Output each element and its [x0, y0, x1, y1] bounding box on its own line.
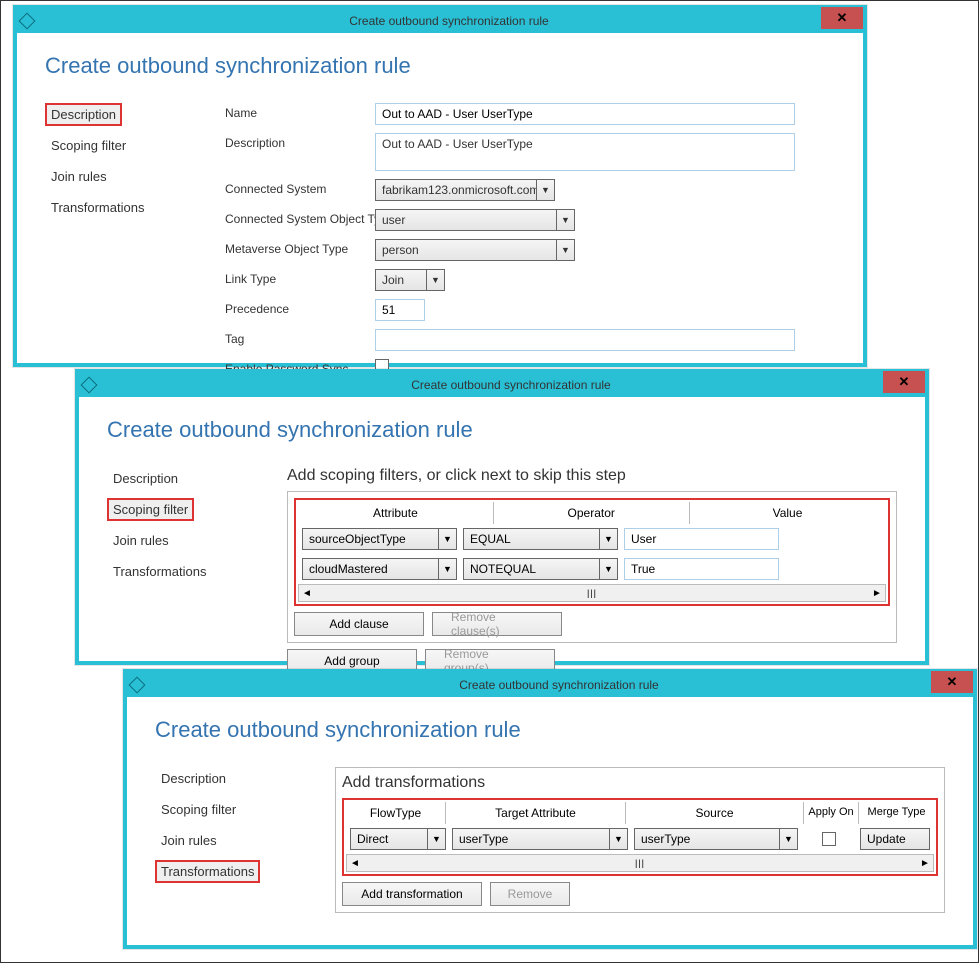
col-source: Source — [626, 802, 804, 824]
chevron-down-icon: ▼ — [599, 529, 617, 549]
scroll-grip-icon: ||| — [587, 588, 597, 598]
chevron-down-icon: ▼ — [438, 529, 456, 549]
chevron-down-icon: ▼ — [536, 180, 554, 200]
col-attribute: Attribute — [298, 502, 494, 524]
chevron-down-icon: ▼ — [556, 210, 574, 230]
scope-row1-value-input[interactable] — [624, 558, 779, 580]
add-clause-button[interactable]: Add clause — [294, 612, 424, 636]
close-button[interactable]: ✕ — [931, 671, 973, 693]
sidebar-item-scoping-filter[interactable]: Scoping filter — [45, 134, 132, 157]
tag-input[interactable] — [375, 329, 795, 351]
close-button[interactable]: ✕ — [883, 371, 925, 393]
sidebar-item-join-rules[interactable]: Join rules — [45, 165, 113, 188]
scope-row1-op-combo[interactable]: NOTEQUAL▼ — [463, 558, 618, 580]
page-title: Create outbound synchronization rule — [107, 417, 897, 443]
window-decal-icon — [129, 677, 146, 694]
sidebar-item-description[interactable]: Description — [155, 767, 232, 790]
scoping-heading: Add scoping filters, or click next to sk… — [287, 467, 897, 485]
chevron-down-icon: ▼ — [438, 559, 456, 579]
scope-row0-value-input[interactable] — [624, 528, 779, 550]
chevron-down-icon: ▼ — [426, 270, 444, 290]
col-operator: Operator — [494, 502, 690, 524]
sidebar-item-scoping-filter[interactable]: Scoping filter — [155, 798, 242, 821]
scope-hscrollbar[interactable]: ◄ ||| ► — [298, 584, 886, 602]
chevron-down-icon: ▼ — [609, 829, 627, 849]
add-transformation-button[interactable]: Add transformation — [342, 882, 482, 906]
scroll-right-icon[interactable]: ► — [917, 858, 933, 869]
sidebar-item-transformations[interactable]: Transformations — [107, 560, 212, 583]
wizard-sidebar: Description Scoping filter Join rules Tr… — [107, 467, 287, 673]
label-mv-object-type: Metaverse Object Type — [225, 239, 375, 256]
chevron-down-icon: ▼ — [556, 240, 574, 260]
description-input[interactable]: Out to AAD - User UserType — [375, 133, 795, 171]
window-title: Create outbound synchronization rule — [39, 14, 859, 28]
scope-row0-op-combo[interactable]: EQUAL▼ — [463, 528, 618, 550]
apply-on-checkbox[interactable] — [822, 832, 836, 846]
sidebar-item-join-rules[interactable]: Join rules — [107, 529, 175, 552]
chevron-down-icon: ▼ — [779, 829, 797, 849]
col-merge-type: Merge Type — [859, 802, 934, 824]
remove-clause-button[interactable]: Remove clause(s) — [432, 612, 562, 636]
label-description: Description — [225, 133, 375, 150]
cs-object-type-combo[interactable]: user ▼ — [375, 209, 575, 231]
close-button[interactable]: ✕ — [821, 7, 863, 29]
window-title: Create outbound synchronization rule — [149, 678, 969, 692]
connected-system-combo[interactable]: fabrikam123.onmicrosoft.com - A ▼ — [375, 179, 555, 201]
scroll-grip-icon: ||| — [635, 858, 645, 868]
source-combo[interactable]: userType▼ — [634, 828, 798, 850]
scroll-left-icon[interactable]: ◄ — [299, 588, 315, 599]
mv-object-type-combo[interactable]: person ▼ — [375, 239, 575, 261]
scroll-left-icon[interactable]: ◄ — [347, 858, 363, 869]
merge-type-combo[interactable]: Update — [860, 828, 930, 850]
wizard-sidebar: Description Scoping filter Join rules Tr… — [45, 103, 225, 409]
window-decal-icon — [81, 377, 98, 394]
sidebar-item-scoping-filter[interactable]: Scoping filter — [107, 498, 194, 521]
window-title: Create outbound synchronization rule — [101, 378, 921, 392]
remove-transformation-button[interactable]: Remove — [490, 882, 570, 906]
col-flowtype: FlowType — [346, 802, 446, 824]
label-tag: Tag — [225, 329, 375, 346]
page-title: Create outbound synchronization rule — [155, 717, 945, 743]
scroll-right-icon[interactable]: ► — [869, 588, 885, 599]
label-connected-system: Connected System — [225, 179, 375, 196]
sidebar-item-description[interactable]: Description — [107, 467, 184, 490]
chevron-down-icon: ▼ — [427, 829, 445, 849]
flowtype-combo[interactable]: Direct▼ — [350, 828, 446, 850]
transform-heading: Add transformations — [342, 774, 938, 792]
page-title: Create outbound synchronization rule — [45, 53, 835, 79]
label-precedence: Precedence — [225, 299, 375, 316]
link-type-combo[interactable]: Join ▼ — [375, 269, 445, 291]
sidebar-item-transformations[interactable]: Transformations — [45, 196, 150, 219]
transform-hscrollbar[interactable]: ◄ ||| ► — [346, 854, 934, 872]
scope-row1-attr-combo[interactable]: cloudMastered▼ — [302, 558, 457, 580]
label-link-type: Link Type — [225, 269, 375, 286]
col-apply-on: Apply On — [804, 802, 859, 824]
target-attr-combo[interactable]: userType▼ — [452, 828, 628, 850]
label-name: Name — [225, 103, 375, 120]
window-decal-icon — [19, 13, 36, 30]
sidebar-item-description[interactable]: Description — [45, 103, 122, 126]
name-input[interactable] — [375, 103, 795, 125]
wizard-sidebar: Description Scoping filter Join rules Tr… — [155, 767, 335, 913]
col-value: Value — [690, 502, 886, 524]
scope-row0-attr-combo[interactable]: sourceObjectType▼ — [302, 528, 457, 550]
sidebar-item-transformations[interactable]: Transformations — [155, 860, 260, 883]
precedence-input[interactable] — [375, 299, 425, 321]
sidebar-item-join-rules[interactable]: Join rules — [155, 829, 223, 852]
chevron-down-icon: ▼ — [599, 559, 617, 579]
col-target-attr: Target Attribute — [446, 802, 626, 824]
